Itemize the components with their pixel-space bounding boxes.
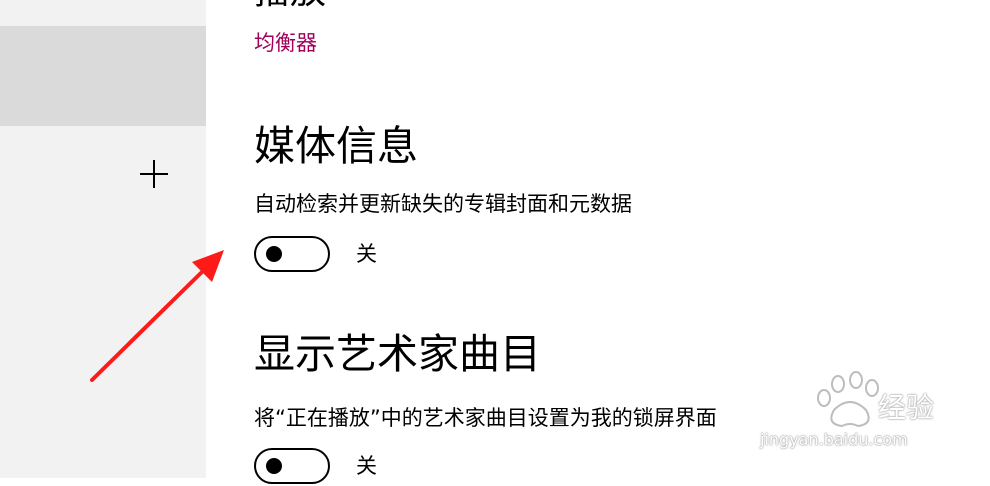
settings-content: 播放 均衡器 媒体信息 自动检索并更新缺失的专辑封面和元数据 关 显示艺术家曲目… (206, 0, 990, 484)
sidebar-selected-item[interactable] (0, 26, 206, 126)
toggle-knob (266, 246, 282, 262)
artist-tracks-description: 将“正在播放”中的艺术家曲目设置为我的锁屏界面 (254, 406, 717, 430)
media-info-title: 媒体信息 (254, 122, 418, 170)
plus-icon (140, 160, 168, 188)
toggle-knob (266, 458, 282, 474)
artist-tracks-title: 显示艺术家曲目 (254, 330, 541, 378)
artist-tracks-toggle-label: 关 (356, 454, 377, 478)
artist-tracks-toggle-row: 关 (254, 446, 377, 486)
media-info-toggle-label: 关 (356, 242, 377, 266)
add-button[interactable] (132, 152, 176, 196)
playback-heading: 播放 (254, 0, 326, 12)
equalizer-link[interactable]: 均衡器 (254, 28, 317, 58)
sidebar (0, 0, 206, 478)
artist-tracks-toggle[interactable] (254, 448, 330, 484)
media-info-toggle-row: 关 (254, 234, 377, 274)
media-info-description: 自动检索并更新缺失的专辑封面和元数据 (254, 192, 632, 216)
media-info-toggle[interactable] (254, 236, 330, 272)
